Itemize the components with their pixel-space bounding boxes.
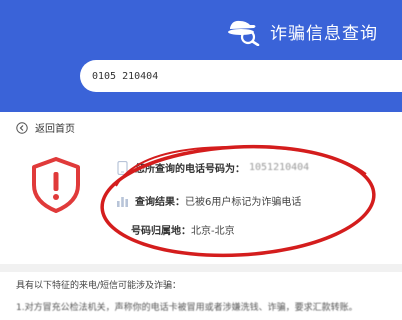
back-arrow-icon bbox=[16, 121, 28, 134]
result-card: 您所查询的电话号码为： 1051210404 查询结果： 已被6用户标记为诈骗电… bbox=[0, 138, 402, 263]
page-title: 诈骗信息查询 bbox=[270, 23, 378, 44]
notes-item: 1.对方冒充公检法机关，声称你的电话卡被冒用或者涉嫌洗钱、诈骗，要求汇款转账。 bbox=[16, 303, 358, 313]
detective-magnifier-icon bbox=[228, 20, 260, 46]
section-divider bbox=[0, 264, 402, 272]
search-box[interactable] bbox=[80, 60, 402, 92]
app-header: 诈骗信息查询 bbox=[0, 0, 402, 112]
search-input[interactable] bbox=[92, 66, 382, 86]
back-home-label: 返回首页 bbox=[35, 124, 75, 135]
brand: 诈骗信息查询 bbox=[224, 16, 378, 46]
shield-warning-icon bbox=[32, 157, 80, 213]
notes-title: 具有以下特征的来电/短信可能涉及诈骗： bbox=[16, 281, 182, 291]
highlight-ellipse bbox=[100, 144, 376, 258]
back-home-link[interactable]: 返回首页 bbox=[16, 120, 75, 135]
